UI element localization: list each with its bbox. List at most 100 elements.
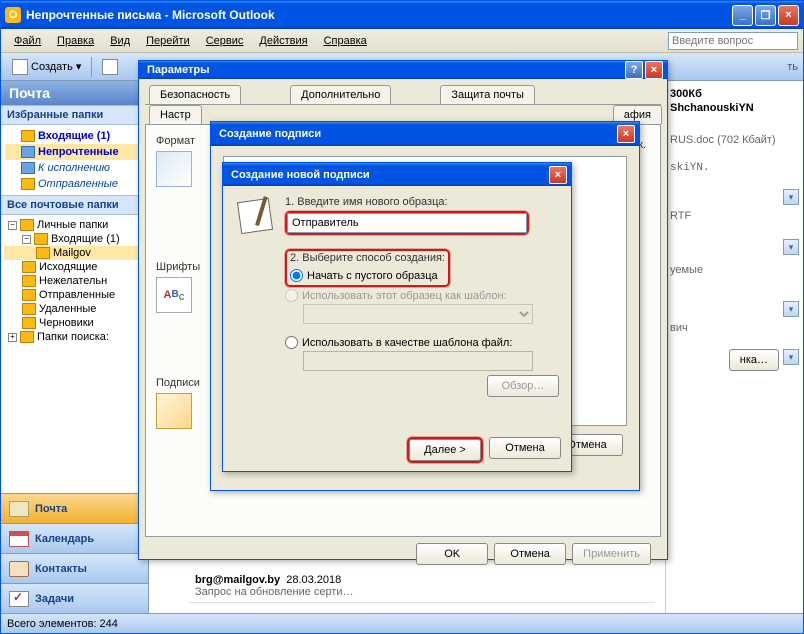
- mail-icon: [9, 501, 29, 517]
- recip-label: уемые: [670, 263, 799, 277]
- step1-label: 1. Введите имя нового образца:: [285, 196, 559, 208]
- section-signatures-label: Подписи: [156, 377, 206, 389]
- tree-search-folders[interactable]: +Папки поиска:: [4, 330, 145, 344]
- nav-calendar[interactable]: Календарь: [1, 523, 148, 553]
- apply-button[interactable]: Применить: [572, 543, 651, 565]
- signature-icon: [156, 393, 192, 429]
- wiz-titlebar[interactable]: Создание новой подписи ×: [223, 163, 571, 186]
- help-search-input[interactable]: [668, 32, 798, 50]
- maximize-button[interactable]: ❐: [755, 5, 776, 26]
- tree-mailgov[interactable]: Mailgov: [4, 246, 145, 260]
- nav-tasks[interactable]: Задачи: [1, 583, 148, 613]
- drafts-icon: [22, 317, 36, 329]
- tab-mail-protection[interactable]: Защита почты: [440, 85, 535, 104]
- menu-file[interactable]: Файл: [6, 33, 49, 49]
- radio-file[interactable]: [285, 336, 298, 349]
- tree-sent[interactable]: Отправленные: [4, 288, 145, 302]
- name3-label: вич: [670, 321, 799, 335]
- attachment-label[interactable]: RUS.doc (702 Кбайт): [670, 133, 799, 147]
- minimize-button[interactable]: _: [732, 5, 753, 26]
- folder-icon: [36, 247, 50, 259]
- sidebar-item-inbox[interactable]: Входящие (1): [5, 128, 144, 144]
- dropdown-button[interactable]: ▾: [783, 301, 799, 317]
- radio-template: [285, 289, 298, 302]
- menu-help[interactable]: Справка: [316, 33, 375, 49]
- button-partial[interactable]: нка…: [729, 349, 779, 371]
- favorites-list: Входящие (1) Непрочтенные К исполнению О…: [1, 125, 148, 195]
- option-file[interactable]: Использовать в качестве шаблона файл:: [285, 334, 559, 351]
- menu-service[interactable]: Сервис: [198, 33, 252, 49]
- tab-advanced[interactable]: Дополнительно: [290, 85, 391, 104]
- menu-goto[interactable]: Перейти: [138, 33, 198, 49]
- close-button[interactable]: ×: [778, 5, 799, 26]
- tab-security[interactable]: Безопасность: [149, 85, 241, 104]
- dropdown-button[interactable]: ▾: [783, 349, 799, 365]
- list-item[interactable]: brg@mailgov.by 28.03.2018 Запрос на обно…: [189, 570, 655, 603]
- reading-pane: 300Кб ShchanouskiYN RUS.doc (702 Кбайт) …: [665, 81, 803, 613]
- create-button[interactable]: Создать▾: [6, 57, 87, 77]
- nav-buttons: Почта Календарь Контакты Задачи: [1, 493, 148, 613]
- browse-button[interactable]: Обзор…: [487, 375, 559, 397]
- dropdown-button[interactable]: ▾: [783, 239, 799, 255]
- close-button[interactable]: ×: [645, 61, 663, 79]
- ok-button[interactable]: OK: [416, 543, 488, 565]
- option-blank[interactable]: Начать с пустого образца: [290, 267, 445, 284]
- nav-contacts[interactable]: Контакты: [1, 553, 148, 583]
- tab-settings[interactable]: Настр: [149, 105, 202, 124]
- menu-actions[interactable]: Действия: [251, 33, 315, 49]
- dialog-title: Создание новой подписи: [227, 169, 547, 181]
- folder-icon: [34, 233, 48, 245]
- dialog-title: Создание подписи: [215, 128, 615, 140]
- option-template: Использовать этот образец как шаблон:: [285, 287, 559, 304]
- new-signature-wizard: Создание новой подписи × 1. Введите имя …: [222, 162, 572, 472]
- tree-inbox[interactable]: −Входящие (1): [4, 232, 145, 246]
- trash-icon: [22, 303, 36, 315]
- mono-text: skiYN.: [670, 161, 799, 175]
- rtf-label: RTF: [670, 209, 799, 223]
- sidebar-item-sent[interactable]: Отправленные: [5, 176, 144, 192]
- menubar: Файл Правка Вид Перейти Сервис Действия …: [1, 29, 803, 53]
- junk-icon: [22, 275, 36, 287]
- folder-icon: [21, 130, 35, 142]
- pst-icon: [20, 219, 34, 231]
- format-icon: [156, 151, 192, 187]
- favorites-header[interactable]: Избранные папки: [1, 105, 148, 125]
- sig-titlebar[interactable]: Создание подписи ×: [211, 122, 639, 146]
- next-button[interactable]: Далее >: [409, 439, 481, 461]
- template-select: [303, 304, 533, 324]
- tree-personal-folders[interactable]: −Личные папки: [4, 218, 145, 232]
- sidebar-item-followup[interactable]: К исполнению: [5, 160, 144, 176]
- signature-name-input[interactable]: [287, 213, 527, 233]
- nav-mail[interactable]: Почта: [1, 493, 148, 523]
- expand-icon[interactable]: +: [8, 333, 17, 342]
- dropdown-button[interactable]: ▾: [783, 189, 799, 205]
- section-fonts-label: Шрифты: [156, 261, 206, 273]
- close-button[interactable]: ×: [549, 166, 567, 184]
- help-button[interactable]: ?: [625, 61, 643, 79]
- tabs-row1: Безопасность Дополнительно Защита почты: [145, 85, 661, 105]
- all-folders-header[interactable]: Все почтовые папки: [1, 195, 148, 215]
- close-button[interactable]: ×: [617, 125, 635, 143]
- options-titlebar[interactable]: Параметры ? ×: [139, 61, 667, 79]
- tree-drafts[interactable]: Черновики: [4, 316, 145, 330]
- tree-deleted[interactable]: Удаленные: [4, 302, 145, 316]
- radio-blank[interactable]: [290, 269, 303, 282]
- separator: [91, 57, 92, 77]
- collapse-icon[interactable]: −: [8, 221, 17, 230]
- msg-subject: Запрос на обновление серти…: [195, 586, 649, 598]
- tree-outbox[interactable]: Исходящие: [4, 260, 145, 274]
- folder-tree: −Личные папки −Входящие (1) Mailgov Исхо…: [1, 215, 148, 493]
- step2-label: 2. Выберите способ создания:: [290, 252, 445, 264]
- collapse-icon[interactable]: −: [22, 235, 31, 244]
- tree-junk[interactable]: Нежелательн: [4, 274, 145, 288]
- sidebar-item-unread[interactable]: Непрочтенные: [5, 144, 144, 160]
- cancel-button[interactable]: Отмена: [489, 437, 561, 459]
- size-label: 300Кб: [670, 87, 799, 101]
- main-titlebar[interactable]: O Непрочтенные письма - Microsoft Outloo…: [1, 1, 803, 29]
- section-format-label: Формат: [156, 135, 206, 147]
- menu-edit[interactable]: Правка: [49, 33, 102, 49]
- print-button[interactable]: [96, 57, 124, 77]
- cancel-button[interactable]: Отмена: [494, 543, 566, 565]
- menu-view[interactable]: Вид: [102, 33, 138, 49]
- window-title: Непрочтенные письма - Microsoft Outlook: [26, 8, 732, 22]
